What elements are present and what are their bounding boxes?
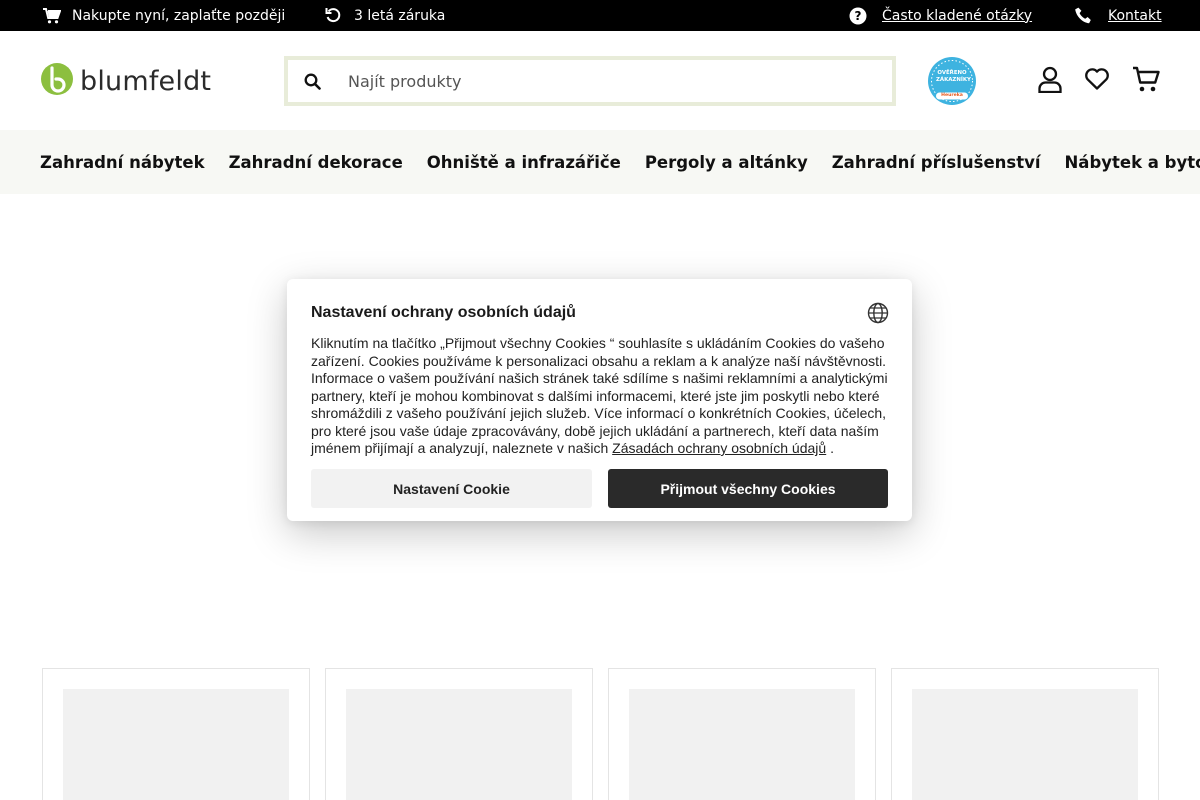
nav-item-garden-decor[interactable]: Zahradní dekorace [229, 153, 403, 172]
category-nav: Zahradní nábytek Zahradní dekorace Ohniš… [0, 130, 1200, 194]
privacy-policy-link[interactable]: Zásadách ochrany osobních údajů [612, 440, 826, 456]
verified-customers-badge[interactable]: OVĚŘENO ZÁKAZNÍKY Heureka [927, 56, 977, 106]
nav-item-pergolas[interactable]: Pergoly a altánky [645, 153, 808, 172]
product-card-placeholder[interactable] [42, 668, 310, 800]
cookie-settings-button[interactable]: Nastavení Cookie [311, 469, 592, 508]
product-image-placeholder [346, 689, 572, 800]
logo-mark-icon [40, 62, 74, 100]
help-icon: ? [849, 7, 867, 25]
cart-icon [43, 7, 61, 24]
globe-icon[interactable] [867, 302, 889, 324]
heart-icon[interactable] [1083, 64, 1111, 94]
contact-link[interactable]: Kontakt [1108, 8, 1162, 24]
nav-item-fire-pits-heaters[interactable]: Ohniště a infrazářiče [427, 153, 621, 172]
brand-logo[interactable]: blumfeldt [40, 62, 222, 100]
pay-later-info: Nakupte nyní, zaplaťte později [43, 0, 285, 31]
cookie-consent-dialog: Nastavení ochrany osobních údajů Kliknut… [287, 279, 912, 521]
cookie-dialog-text: Kliknutím na tlačítko „Přijmout všechny … [311, 335, 891, 458]
product-card-placeholder[interactable] [891, 668, 1159, 800]
accept-all-cookies-button[interactable]: Přijmout všechny Cookies [608, 469, 888, 508]
warranty-text: 3 letá záruka [354, 7, 446, 24]
pay-later-text: Nakupte nyní, zaplaťte později [72, 7, 286, 24]
cookie-body-text: Kliknutím na tlačítko „Přijmout všechny … [311, 335, 888, 456]
product-card-placeholder[interactable] [325, 668, 593, 800]
product-card-placeholder[interactable] [608, 668, 876, 800]
product-image-placeholder [912, 689, 1138, 800]
site-header: blumfeldt OVĚŘENO ZÁKAZNÍKY Heureka [0, 31, 1200, 130]
user-icon[interactable] [1036, 64, 1064, 94]
search-icon[interactable] [290, 60, 334, 102]
contact-link-wrap[interactable]: Kontakt [1075, 0, 1162, 31]
product-image-placeholder [629, 689, 855, 800]
svg-text:?: ? [855, 9, 862, 23]
undo-icon [325, 7, 342, 24]
faq-link-wrap[interactable]: ? Často kladené otázky [849, 0, 1032, 31]
badge-text: OVĚŘENO ZÁKAZNÍKY [936, 70, 971, 83]
faq-link[interactable]: Často kladené otázky [882, 8, 1032, 24]
cookie-body-end: . [826, 440, 834, 456]
product-image-placeholder [63, 689, 289, 800]
search-input[interactable] [348, 60, 892, 102]
cookie-dialog-title: Nastavení ochrany osobních údajů [311, 304, 576, 321]
cart-icon[interactable] [1132, 64, 1160, 94]
top-bar: Nakupte nyní, zaplaťte později 3 letá zá… [0, 0, 1200, 31]
logo-text: blumfeldt [80, 65, 212, 97]
nav-item-garden-accessories[interactable]: Zahradní příslušenství [832, 153, 1041, 172]
phone-icon [1075, 7, 1092, 24]
warranty-info: 3 letá záruka [325, 0, 445, 31]
nav-item-furniture-home[interactable]: Nábytek a bytové dop [1065, 153, 1200, 172]
search-bar[interactable] [284, 56, 896, 106]
badge-subtext: Heureka [941, 93, 963, 98]
nav-item-garden-furniture[interactable]: Zahradní nábytek [40, 153, 205, 172]
